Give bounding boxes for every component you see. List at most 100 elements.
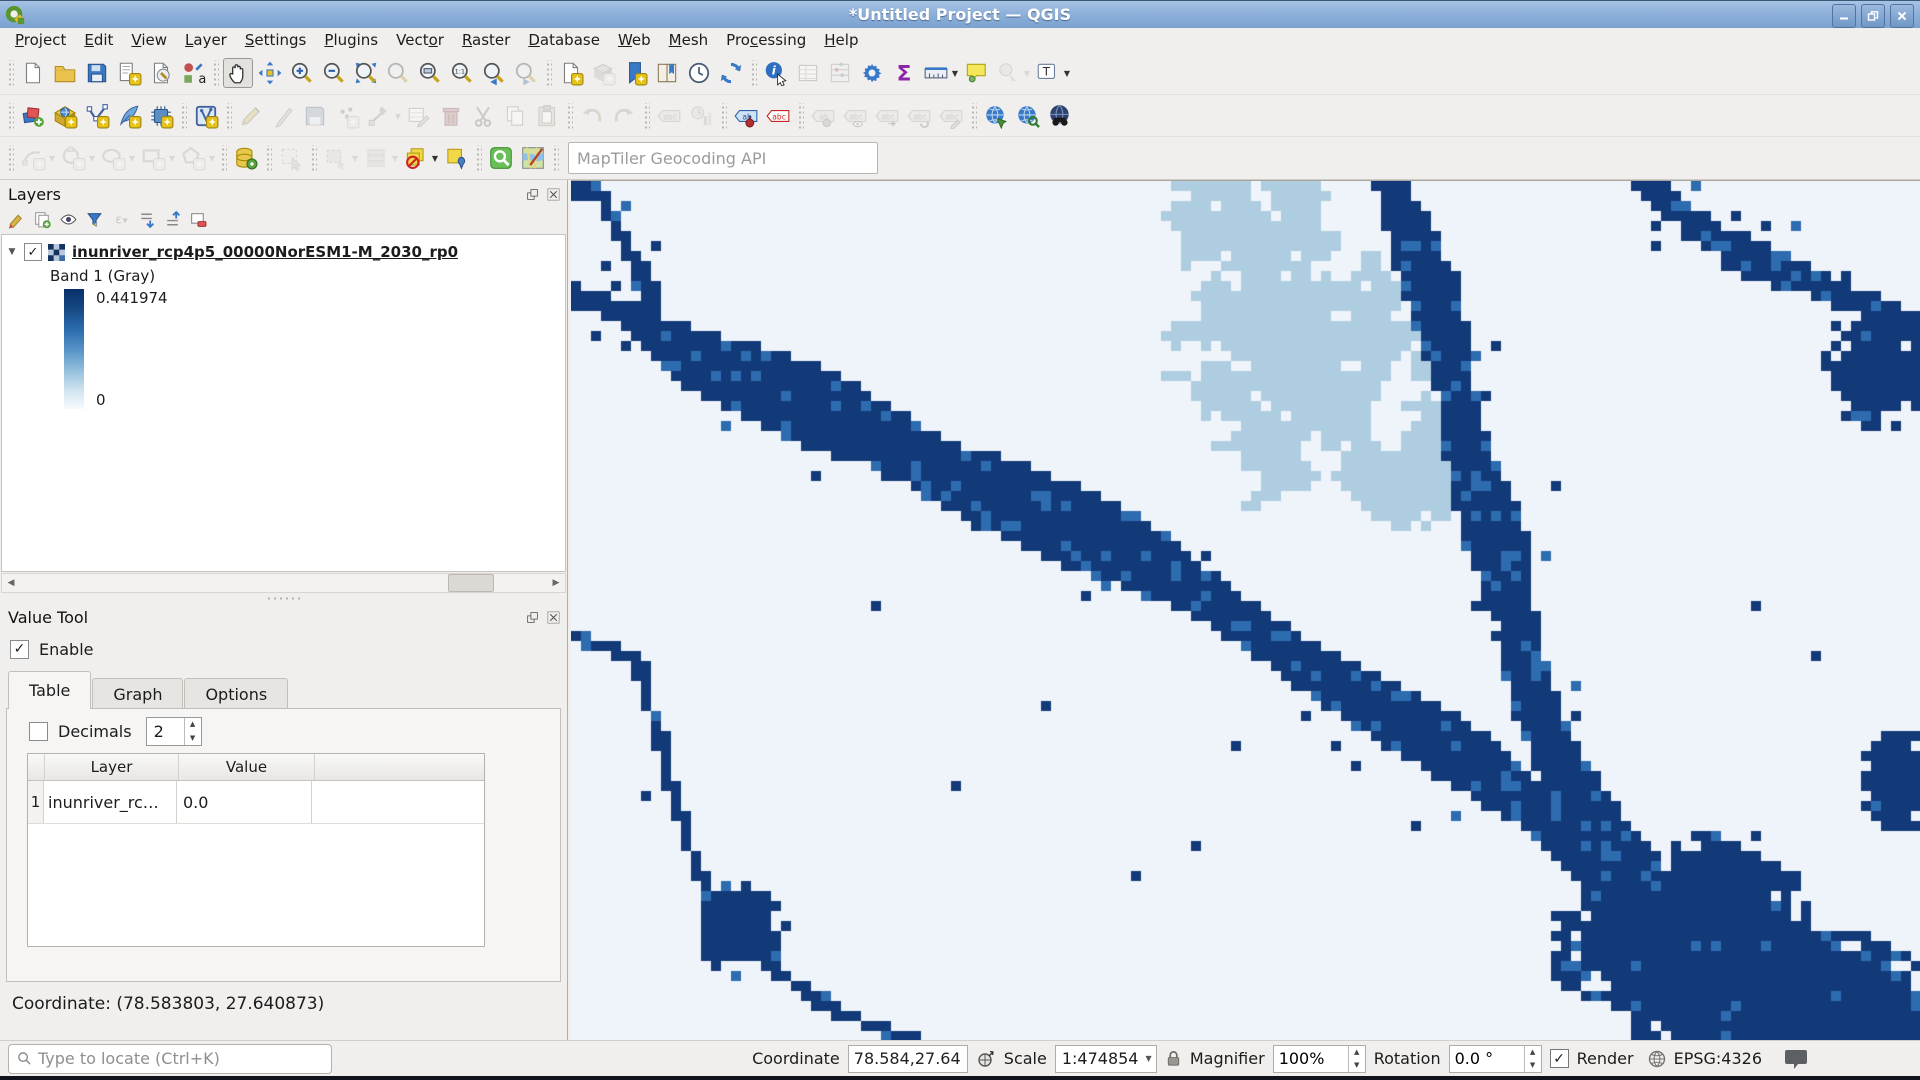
menu-mesh[interactable]: Mesh — [660, 29, 718, 51]
layers-float-button[interactable] — [525, 187, 540, 202]
new-spatialite-layer-button[interactable] — [114, 101, 144, 131]
new-project-button[interactable] — [18, 58, 48, 88]
scale-combo[interactable]: 1:474854 ▼ — [1055, 1045, 1157, 1073]
new-geopackage-layer-button[interactable] — [50, 101, 80, 131]
messages-icon[interactable] — [1784, 1048, 1808, 1070]
spin-up-icon[interactable]: ▲ — [1349, 1046, 1365, 1059]
scroll-left-icon[interactable]: ◀ — [2, 574, 20, 592]
expander-icon[interactable]: ▼ — [2, 247, 22, 257]
column-header-layer[interactable]: Layer — [45, 754, 179, 780]
manage-map-themes-button[interactable] — [58, 209, 78, 229]
restore-button[interactable] — [1861, 4, 1885, 28]
menu-edit[interactable]: Edit — [75, 29, 122, 51]
deselect-features-button[interactable]: ▼ — [401, 143, 431, 173]
pan-map-button[interactable] — [223, 58, 253, 88]
crs-label[interactable]: EPSG:4326 — [1674, 1049, 1762, 1068]
table-row[interactable]: 1 inunriver_rc… 0.0 — [28, 781, 484, 824]
zoom-native-button[interactable]: 1:1 — [447, 58, 477, 88]
decimals-checkbox[interactable] — [29, 722, 48, 741]
zoom-to-layer-button[interactable] — [415, 58, 445, 88]
expand-all-button[interactable] — [136, 209, 156, 229]
tab-graph[interactable]: Graph — [92, 678, 183, 709]
style-manager-button[interactable]: a — [178, 58, 208, 88]
pan-to-selection-button[interactable] — [255, 58, 285, 88]
minimize-button[interactable] — [1832, 4, 1856, 28]
open-project-button[interactable] — [50, 58, 80, 88]
spin-up-icon[interactable]: ▲ — [1525, 1046, 1541, 1059]
measure-line-button[interactable]: ▼ — [921, 58, 951, 88]
add-group-button[interactable] — [32, 209, 52, 229]
render-checkbox[interactable]: ✓ — [1550, 1049, 1569, 1068]
new-spatial-bookmark-button[interactable] — [620, 58, 650, 88]
pin-labels-button[interactable]: ab — [731, 101, 761, 131]
locator-input[interactable] — [36, 1048, 331, 1069]
menu-help[interactable]: Help — [815, 29, 867, 51]
zoom-out-button[interactable] — [319, 58, 349, 88]
new-print-layout-button[interactable] — [114, 58, 144, 88]
menu-project[interactable]: Project — [6, 29, 75, 51]
metasearch-button[interactable] — [1045, 101, 1075, 131]
show-layout-manager-button[interactable] — [146, 58, 176, 88]
spin-up-icon[interactable]: ▲ — [185, 718, 201, 732]
spin-down-icon[interactable]: ▼ — [1349, 1059, 1365, 1072]
show-bookmarks-button[interactable] — [652, 58, 682, 88]
osm-place-search-button[interactable] — [486, 143, 516, 173]
value-tool-float-button[interactable] — [525, 610, 540, 625]
layer-item[interactable]: ▼ ✓ inunriver_rcp4p5_00000NorESM1-M_2030… — [2, 239, 565, 265]
spin-down-icon[interactable]: ▼ — [185, 731, 201, 745]
menu-web[interactable]: Web — [609, 29, 660, 51]
menu-layer[interactable]: Layer — [176, 29, 236, 51]
remove-layer-button[interactable] — [188, 209, 208, 229]
processing-toolbox-button[interactable] — [857, 58, 887, 88]
dock-splitter[interactable] — [0, 593, 567, 603]
show-statistics-button[interactable]: Σ — [889, 58, 919, 88]
zoom-last-button[interactable] — [479, 58, 509, 88]
geocoder-input[interactable] — [568, 142, 878, 174]
menu-raster[interactable]: Raster — [453, 29, 519, 51]
new-virtual-layer-button[interactable] — [191, 101, 221, 131]
zoom-full-button[interactable] — [351, 58, 381, 88]
magnifier-input[interactable] — [1274, 1046, 1348, 1072]
tab-options[interactable]: Options — [184, 678, 288, 709]
select-by-location-button[interactable] — [441, 143, 471, 173]
new-temporary-scratch-layer-button[interactable] — [146, 101, 176, 131]
layer-checkbox[interactable]: ✓ — [24, 243, 42, 261]
menu-vector[interactable]: Vector — [387, 29, 453, 51]
menu-processing[interactable]: Processing — [717, 29, 815, 51]
web-service-search-button[interactable] — [1013, 101, 1043, 131]
data-source-manager-button[interactable] — [18, 101, 48, 131]
temporal-controller-button[interactable] — [684, 58, 714, 88]
enable-checkbox[interactable]: ✓ — [10, 640, 29, 659]
layers-horizontal-scrollbar[interactable]: ◀ ▶ — [1, 573, 566, 593]
value-tool-close-button[interactable] — [546, 610, 561, 625]
web-service-add-button[interactable] — [981, 101, 1011, 131]
db-manager-button[interactable] — [231, 143, 261, 173]
collapse-all-button[interactable] — [162, 209, 182, 229]
filter-legend-button[interactable] — [84, 209, 104, 229]
zoom-in-button[interactable] — [287, 58, 317, 88]
scrollbar-thumb[interactable] — [448, 574, 494, 592]
menu-settings[interactable]: Settings — [236, 29, 316, 51]
coordinate-input[interactable] — [848, 1045, 968, 1073]
rotation-input[interactable] — [1450, 1046, 1524, 1072]
close-button[interactable] — [1890, 4, 1914, 28]
new-shapefile-layer-button[interactable] — [82, 101, 112, 131]
scroll-right-icon[interactable]: ▶ — [547, 574, 565, 592]
menu-view[interactable]: View — [122, 29, 176, 51]
refresh-button[interactable] — [716, 58, 746, 88]
rotation-spinner[interactable]: ▲▼ — [1449, 1045, 1542, 1073]
text-annotation-button[interactable]: T▼ — [1033, 58, 1063, 88]
osm-map-button[interactable] — [518, 143, 548, 173]
map-tips-button[interactable] — [961, 58, 991, 88]
highlight-labels-button[interactable]: abc — [763, 101, 793, 131]
open-layer-styling-button[interactable] — [6, 209, 26, 229]
column-header-value[interactable]: Value — [179, 754, 315, 780]
menu-plugins[interactable]: Plugins — [315, 29, 387, 51]
tab-table[interactable]: Table — [8, 671, 91, 709]
magnifier-spinner[interactable]: ▲▼ — [1273, 1045, 1366, 1073]
identify-features-button[interactable]: i — [761, 58, 791, 88]
menu-database[interactable]: Database — [519, 29, 609, 51]
save-project-button[interactable] — [82, 58, 112, 88]
decimals-spinner[interactable]: 2 ▲▼ — [146, 717, 202, 746]
layers-close-button[interactable] — [546, 187, 561, 202]
